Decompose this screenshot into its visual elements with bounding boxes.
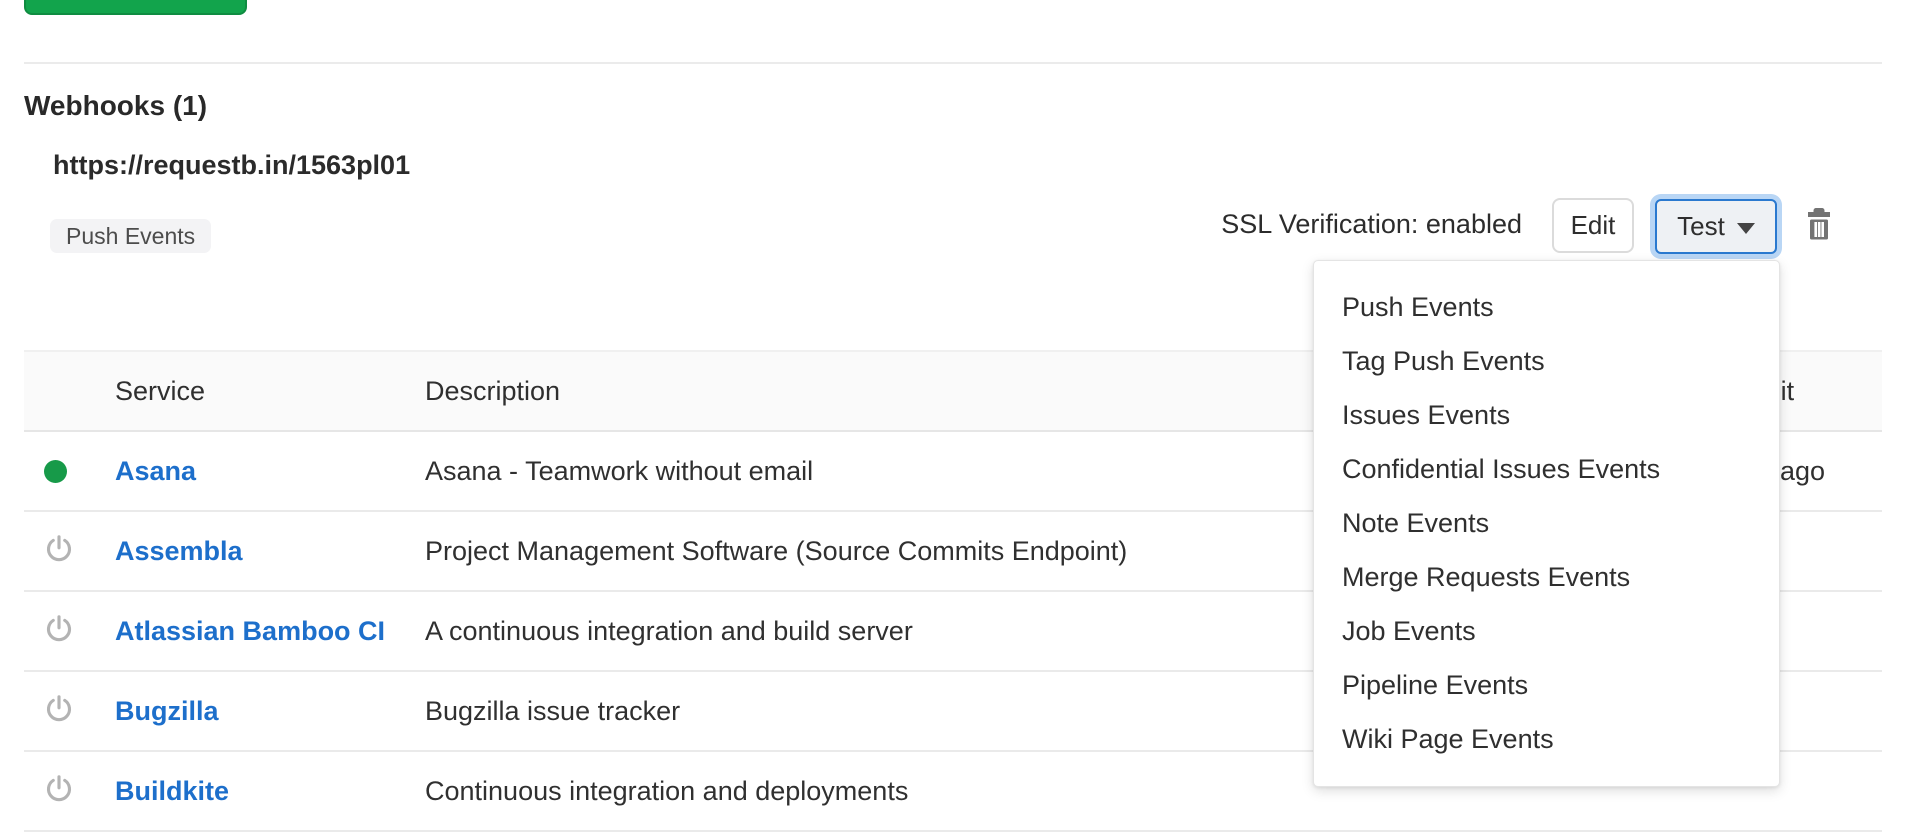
power-off-icon bbox=[44, 533, 74, 570]
service-link-buildkite[interactable]: Buildkite bbox=[115, 776, 229, 806]
service-link-asana[interactable]: Asana bbox=[115, 456, 196, 486]
last-edit-value: ago bbox=[1780, 456, 1825, 487]
service-link-assembla[interactable]: Assembla bbox=[115, 536, 243, 566]
status-cell bbox=[24, 693, 115, 730]
test-webhook-dropdown-button[interactable]: Test bbox=[1655, 199, 1777, 254]
dropdown-item-job-events[interactable]: Job Events bbox=[1314, 604, 1779, 658]
service-column-header: Service bbox=[115, 376, 425, 407]
dropdown-item-merge-requests-events[interactable]: Merge Requests Events bbox=[1314, 550, 1779, 604]
delete-webhook-button[interactable] bbox=[1799, 203, 1839, 247]
dropdown-item-note-events[interactable]: Note Events bbox=[1314, 496, 1779, 550]
webhook-url: https://requestb.in/1563pl01 bbox=[53, 150, 410, 181]
status-cell bbox=[24, 460, 115, 483]
dropdown-item-tag-push-events[interactable]: Tag Push Events bbox=[1314, 334, 1779, 388]
test-button-label: Test bbox=[1677, 211, 1725, 242]
edit-button-label: Edit bbox=[1571, 210, 1616, 241]
dropdown-item-issues-events[interactable]: Issues Events bbox=[1314, 388, 1779, 442]
status-cell bbox=[24, 773, 115, 810]
status-cell bbox=[24, 533, 115, 570]
primary-action-button[interactable] bbox=[24, 0, 247, 15]
trash-icon bbox=[1804, 206, 1834, 245]
webhook-event-badge: Push Events bbox=[50, 219, 211, 253]
status-cell bbox=[24, 613, 115, 650]
dropdown-item-confidential-issues-events[interactable]: Confidential Issues Events bbox=[1314, 442, 1779, 496]
active-status-icon bbox=[44, 460, 67, 483]
section-divider bbox=[24, 62, 1882, 64]
edit-webhook-button[interactable]: Edit bbox=[1552, 198, 1634, 253]
dropdown-item-push-events[interactable]: Push Events bbox=[1314, 280, 1779, 334]
service-link-atlassian-bamboo-ci[interactable]: Atlassian Bamboo CI bbox=[115, 616, 385, 646]
webhooks-heading: Webhooks (1) bbox=[24, 90, 207, 122]
dropdown-item-pipeline-events[interactable]: Pipeline Events bbox=[1314, 658, 1779, 712]
power-off-icon bbox=[44, 693, 74, 730]
dropdown-item-wiki-page-events[interactable]: Wiki Page Events bbox=[1314, 712, 1779, 766]
ssl-verification-status: SSL Verification: enabled bbox=[1221, 209, 1522, 240]
power-off-icon bbox=[44, 613, 74, 650]
power-off-icon bbox=[44, 773, 74, 810]
chevron-down-icon bbox=[1737, 223, 1755, 234]
service-link-bugzilla[interactable]: Bugzilla bbox=[115, 696, 219, 726]
test-events-dropdown-menu: Push EventsTag Push EventsIssues EventsC… bbox=[1313, 260, 1780, 787]
